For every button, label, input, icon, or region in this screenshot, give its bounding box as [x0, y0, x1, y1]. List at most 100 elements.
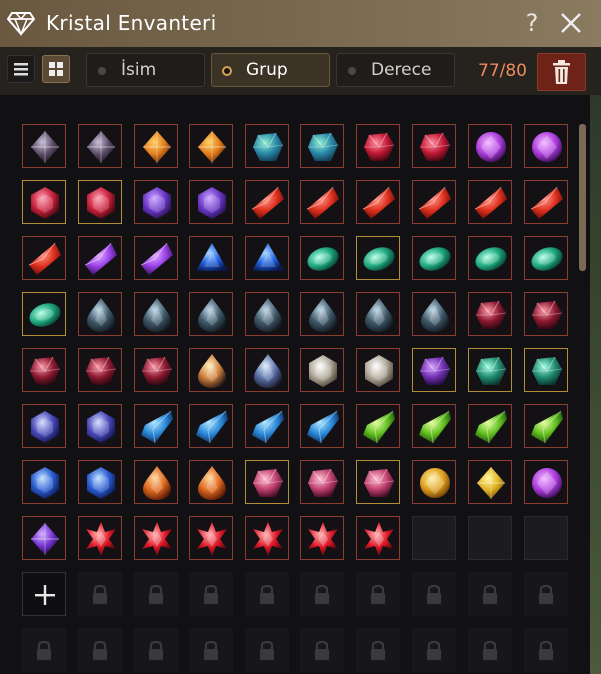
filter-name-radio[interactable]: İsim: [86, 53, 205, 87]
crystal-slot[interactable]: [78, 124, 122, 168]
crystal-slot[interactable]: [524, 292, 568, 336]
crystal-slot[interactable]: [189, 460, 233, 504]
help-icon[interactable]: ?: [521, 8, 543, 38]
crystal-slot[interactable]: [22, 460, 66, 504]
crystal-slot[interactable]: [134, 236, 178, 280]
crystal-slot[interactable]: [412, 348, 456, 392]
close-icon[interactable]: [558, 10, 584, 36]
crystal-slot[interactable]: [134, 124, 178, 168]
crystal-slot[interactable]: [22, 236, 66, 280]
crystal-slot[interactable]: [189, 292, 233, 336]
crystal-slot[interactable]: [189, 516, 233, 560]
crystal-slot[interactable]: [78, 180, 122, 224]
empty-slot[interactable]: [524, 516, 568, 560]
crystal-slot[interactable]: [189, 124, 233, 168]
crystal-slot[interactable]: [412, 460, 456, 504]
crystal-slot[interactable]: [189, 236, 233, 280]
crystal-slot[interactable]: [300, 460, 344, 504]
crystal-slot[interactable]: [245, 516, 289, 560]
crystal-slot[interactable]: [245, 236, 289, 280]
crystal-slot[interactable]: [134, 460, 178, 504]
crystal-slot[interactable]: [300, 124, 344, 168]
crystal-slot[interactable]: [412, 180, 456, 224]
crystal-slot[interactable]: [524, 180, 568, 224]
scrollbar-thumb[interactable]: [579, 124, 586, 271]
crystal-slot[interactable]: [468, 124, 512, 168]
list-view-button[interactable]: [7, 55, 35, 83]
crystal-slot[interactable]: [468, 460, 512, 504]
emerald-crystal-icon: [29, 303, 61, 327]
crystal-slot[interactable]: [356, 460, 400, 504]
crystal-slot[interactable]: [300, 516, 344, 560]
crystal-slot[interactable]: [356, 516, 400, 560]
crystal-slot[interactable]: [245, 124, 289, 168]
crystal-slot[interactable]: [22, 404, 66, 448]
crystal-slot[interactable]: [189, 180, 233, 224]
grid-view-button[interactable]: [42, 55, 70, 83]
crystal-slot[interactable]: [356, 180, 400, 224]
crystal-slot[interactable]: [300, 180, 344, 224]
crystal-slot[interactable]: [468, 348, 512, 392]
crystal-slot[interactable]: [412, 292, 456, 336]
crystal-slot[interactable]: [189, 404, 233, 448]
crystal-slot[interactable]: [134, 348, 178, 392]
crystal-slot[interactable]: [524, 348, 568, 392]
crystal-slot[interactable]: [412, 404, 456, 448]
crystal-slot[interactable]: [78, 460, 122, 504]
crystal-slot[interactable]: [524, 404, 568, 448]
crystal-slot[interactable]: [356, 348, 400, 392]
crystal-slot[interactable]: [412, 124, 456, 168]
filter-grade-radio[interactable]: Derece: [336, 53, 455, 87]
crystal-slot[interactable]: [78, 292, 122, 336]
lime-crystal-icon: [475, 410, 507, 444]
crystal-slot[interactable]: [412, 236, 456, 280]
crystal-slot[interactable]: [22, 348, 66, 392]
crystal-slot[interactable]: [134, 292, 178, 336]
crystal-slot[interactable]: [524, 236, 568, 280]
emerald-crystal-icon: [419, 247, 451, 271]
crystal-slot[interactable]: [22, 516, 66, 560]
crystal-slot[interactable]: [356, 404, 400, 448]
crystal-slot[interactable]: [524, 124, 568, 168]
crystal-slot[interactable]: [134, 404, 178, 448]
empty-slot[interactable]: [412, 516, 456, 560]
crystal-slot[interactable]: [134, 180, 178, 224]
empty-slot[interactable]: [468, 516, 512, 560]
crystal-slot[interactable]: [245, 292, 289, 336]
lock-icon: [371, 584, 385, 604]
locked-slot: [524, 572, 568, 616]
window-title: Kristal Envanteri: [46, 11, 217, 35]
crystal-slot[interactable]: [524, 460, 568, 504]
crystal-slot[interactable]: [78, 404, 122, 448]
crystal-slot[interactable]: [189, 348, 233, 392]
crystal-slot[interactable]: [22, 292, 66, 336]
garnet-crystal-icon: [142, 356, 173, 385]
crystal-slot[interactable]: [78, 348, 122, 392]
delete-button[interactable]: [537, 53, 586, 91]
crystal-slot[interactable]: [468, 404, 512, 448]
crystal-slot[interactable]: [22, 124, 66, 168]
add-slot-button[interactable]: [22, 572, 66, 616]
crystal-slot[interactable]: [245, 404, 289, 448]
crystal-slot[interactable]: [22, 180, 66, 224]
crystal-slot[interactable]: [300, 292, 344, 336]
crystal-slot[interactable]: [245, 460, 289, 504]
crystal-slot[interactable]: [245, 348, 289, 392]
crystal-slot[interactable]: [78, 516, 122, 560]
crystal-slot[interactable]: [356, 124, 400, 168]
crystal-slot[interactable]: [468, 180, 512, 224]
purple-round-crystal-icon: [532, 468, 562, 498]
crystal-slot[interactable]: [356, 236, 400, 280]
crystal-slot[interactable]: [468, 236, 512, 280]
crystal-slot[interactable]: [78, 236, 122, 280]
crystal-slot[interactable]: [300, 236, 344, 280]
locked-slot: [524, 628, 568, 672]
crystal-slot[interactable]: [134, 516, 178, 560]
filter-group-radio[interactable]: Grup: [211, 53, 330, 87]
crystal-slot[interactable]: [468, 292, 512, 336]
title-bar: Kristal Envanteri ?: [0, 0, 601, 47]
crystal-slot[interactable]: [245, 180, 289, 224]
crystal-slot[interactable]: [356, 292, 400, 336]
crystal-slot[interactable]: [300, 348, 344, 392]
crystal-slot[interactable]: [300, 404, 344, 448]
